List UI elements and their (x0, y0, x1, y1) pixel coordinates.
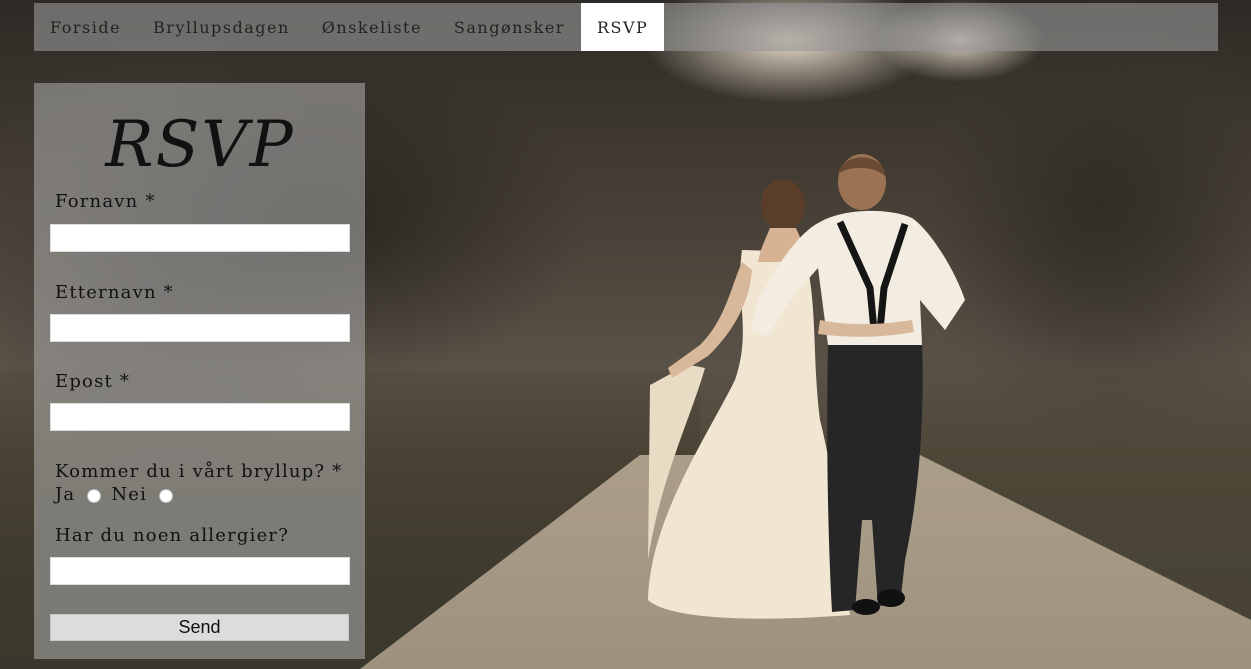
option-yes-radio[interactable] (87, 488, 102, 503)
page-background: Forside Bryllupsdagen Ønskeliste Sangøns… (0, 0, 1251, 669)
option-no-label: Nei (111, 484, 148, 505)
option-yes-label: Ja (55, 484, 76, 505)
nav-item-forside[interactable]: Forside (34, 3, 137, 51)
allergies-label: Har du noen allergier? (55, 525, 290, 546)
attending-label: Kommer du i vårt bryllup? * (55, 461, 343, 482)
last-name-label: Etternavn * (55, 282, 174, 303)
rsvp-title: RSVP (105, 108, 295, 182)
option-no-radio[interactable] (159, 488, 174, 503)
nav-item-rsvp[interactable]: RSVP (580, 3, 665, 51)
first-name-label: Fornavn * (55, 191, 156, 212)
top-navigation: Forside Bryllupsdagen Ønskeliste Sangøns… (34, 3, 1218, 51)
nav-item-sangonsker[interactable]: Sangønsker (438, 3, 581, 51)
nav-item-bryllupsdagen[interactable]: Bryllupsdagen (137, 3, 306, 51)
first-name-input[interactable] (50, 224, 350, 252)
nav-item-onskeliste[interactable]: Ønskeliste (306, 3, 438, 51)
email-input[interactable] (50, 403, 350, 431)
last-name-input[interactable] (50, 314, 350, 342)
send-button[interactable]: Send (50, 614, 349, 641)
email-label: Epost * (55, 371, 131, 392)
attending-options: Ja Nei (55, 484, 183, 505)
allergies-input[interactable] (50, 557, 350, 585)
